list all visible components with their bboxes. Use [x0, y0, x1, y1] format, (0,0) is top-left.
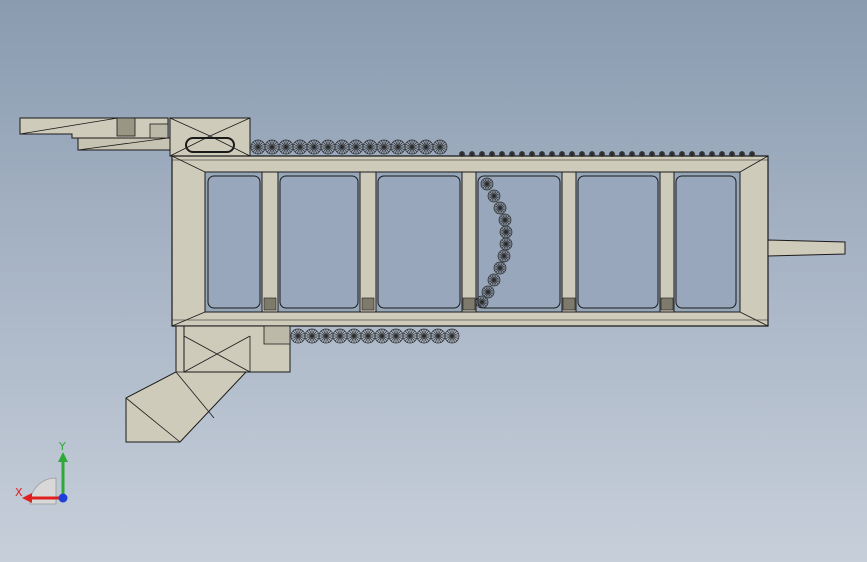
triad-plane-icon	[29, 477, 57, 505]
conveyor-model[interactable]	[0, 0, 867, 562]
graphics-viewport[interactable]: Y X	[0, 0, 867, 562]
drive-shaft	[767, 239, 846, 257]
y-axis-label: Y	[58, 440, 66, 453]
upper-left-bracket	[19, 117, 169, 139]
z-axis-icon	[58, 493, 68, 503]
coordinate-triad: Y X	[10, 438, 80, 510]
model-geometry	[19, 117, 846, 443]
x-axis-label: X	[15, 486, 23, 499]
